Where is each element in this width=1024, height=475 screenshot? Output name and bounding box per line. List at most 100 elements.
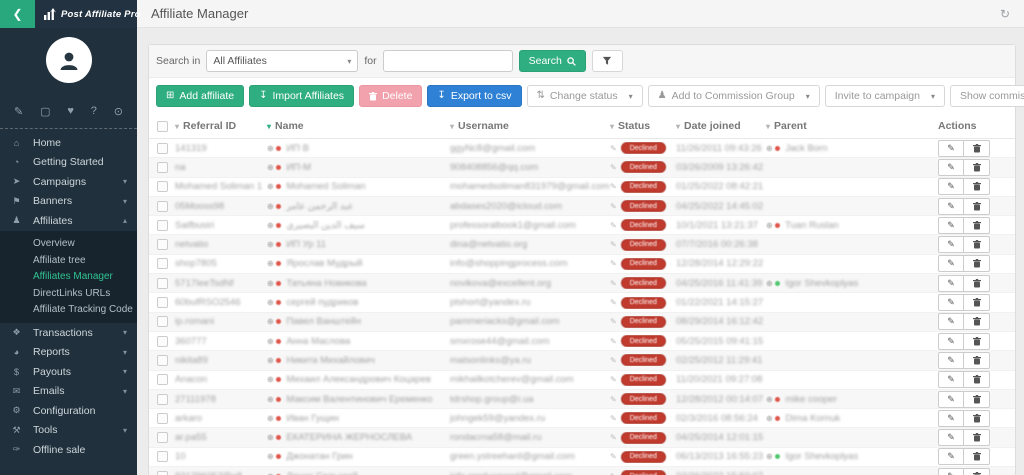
edit-status-icon[interactable]: ✎ [610,414,617,423]
status-badge[interactable]: Declined [621,239,666,251]
edit-row-button[interactable]: ✎ [938,198,964,215]
sidebar-item-emails[interactable]: ✉ Emails ▾ [0,382,137,402]
sidebar-subitem-overview[interactable]: Overview [0,236,137,253]
search-input[interactable] [383,50,513,72]
status-badge[interactable]: Declined [621,181,666,193]
sidebar-item-banners[interactable]: ⚑ Banners ▾ [0,192,137,212]
row-checkbox[interactable] [157,297,168,308]
show-commissions-button[interactable]: Show commissions [950,85,1024,107]
delete-row-button[interactable] [964,236,990,253]
delete-row-button[interactable] [964,391,990,408]
row-checkbox[interactable] [157,201,168,212]
column-header-username[interactable]: ▾ Username [450,120,610,132]
column-header-status[interactable]: ▾ Status [610,120,676,132]
sidebar-item-offline-sale[interactable]: ✑ Offline sale [0,440,137,460]
edit-status-icon[interactable]: ✎ [610,279,617,288]
row-checkbox[interactable] [157,355,168,366]
row-checkbox[interactable] [157,394,168,405]
status-badge[interactable]: Declined [621,393,666,405]
edit-row-button[interactable]: ✎ [938,391,964,408]
edit-row-button[interactable]: ✎ [938,313,964,330]
row-checkbox[interactable] [157,258,168,269]
status-badge[interactable]: Declined [621,142,666,154]
sidebar-subitem-affiliate-tree[interactable]: Affiliate tree [0,252,137,269]
delete-row-button[interactable] [964,410,990,427]
heart-icon[interactable]: ♥ [67,105,74,118]
row-checkbox[interactable] [157,220,168,231]
edit-status-icon[interactable]: ✎ [610,375,617,384]
edit-status-icon[interactable]: ✎ [610,356,617,365]
edit-row-button[interactable]: ✎ [938,333,964,350]
delete-row-button[interactable] [964,294,990,311]
delete-row-button[interactable] [964,159,990,176]
delete-row-button[interactable] [964,371,990,388]
delete-row-button[interactable] [964,352,990,369]
column-header-referral-id[interactable]: ▾ Referral ID [175,120,267,132]
export-csv-button[interactable]: ↧ Export to csv [427,85,521,107]
collapse-sidebar-button[interactable]: ❮ [0,0,35,28]
edit-row-button[interactable]: ✎ [938,468,964,475]
monitor-icon[interactable]: ▢ [40,105,50,118]
delete-row-button[interactable] [964,468,990,475]
row-checkbox[interactable] [157,451,168,462]
status-badge[interactable]: Declined [621,470,666,475]
status-badge[interactable]: Declined [621,374,666,386]
delete-row-button[interactable] [964,429,990,446]
row-checkbox[interactable] [157,181,168,192]
row-checkbox[interactable] [157,278,168,289]
edit-row-button[interactable]: ✎ [938,429,964,446]
sidebar-item-configuration[interactable]: ⚙ Configuration [0,401,137,421]
edit-row-button[interactable]: ✎ [938,217,964,234]
edit-row-button[interactable]: ✎ [938,159,964,176]
edit-row-button[interactable]: ✎ [938,255,964,272]
sidebar-subitem-directlinks-urls[interactable]: DirectLinks URLs [0,285,137,302]
status-badge[interactable]: Declined [621,258,666,270]
delete-row-button[interactable] [964,275,990,292]
sidebar-subitem-affiliate-tracking-code[interactable]: Affiliate Tracking Code [0,302,137,319]
row-checkbox[interactable] [157,143,168,154]
refresh-icon[interactable]: ↻ [1000,7,1010,21]
edit-status-icon[interactable]: ✎ [610,433,617,442]
edit-status-icon[interactable]: ✎ [610,221,617,230]
edit-row-button[interactable]: ✎ [938,178,964,195]
sidebar-item-affiliates[interactable]: ♟ Affiliates ▴ [0,211,137,231]
search-button[interactable]: Search [519,50,586,72]
row-checkbox[interactable] [157,239,168,250]
select-all-checkbox[interactable] [157,121,168,132]
edit-status-icon[interactable]: ✎ [610,317,617,326]
edit-row-button[interactable]: ✎ [938,275,964,292]
sidebar-item-payouts[interactable]: $ Payouts ▾ [0,362,137,382]
pencil-icon[interactable]: ✎ [14,105,23,118]
row-checkbox[interactable] [157,316,168,327]
status-badge[interactable]: Declined [621,219,666,231]
delete-row-button[interactable] [964,313,990,330]
edit-status-icon[interactable]: ✎ [610,298,617,307]
search-scope-select[interactable]: All Affiliates ▾ [206,50,358,72]
status-badge[interactable]: Declined [621,316,666,328]
delete-row-button[interactable] [964,198,990,215]
sidebar-item-campaigns[interactable]: ➤ Campaigns ▾ [0,172,137,192]
sidebar-item-getting-started[interactable]: ◔ Getting Started [0,153,137,173]
edit-row-button[interactable]: ✎ [938,352,964,369]
sidebar-item-reports[interactable]: ◕ Reports ▾ [0,343,137,363]
column-header-date-joined[interactable]: ▾ Date joined [676,120,766,132]
edit-status-icon[interactable]: ✎ [610,144,617,153]
sidebar-item-home[interactable]: ⌂ Home [0,133,137,153]
status-badge[interactable]: Declined [621,354,666,366]
edit-status-icon[interactable]: ✎ [610,202,617,211]
edit-row-button[interactable]: ✎ [938,410,964,427]
delete-row-button[interactable] [964,217,990,234]
avatar[interactable] [46,37,92,83]
edit-status-icon[interactable]: ✎ [610,240,617,249]
change-status-dropdown[interactable]: ⇅ Change status ▾ [527,85,643,107]
column-header-parent[interactable]: ▾ Parent [766,120,938,132]
edit-status-icon[interactable]: ✎ [610,182,617,191]
status-badge[interactable]: Declined [621,432,666,444]
invite-to-campaign-dropdown[interactable]: Invite to campaign ▾ [825,85,945,107]
edit-status-icon[interactable]: ✎ [610,163,617,172]
delete-row-button[interactable] [964,178,990,195]
edit-status-icon[interactable]: ✎ [610,395,617,404]
row-checkbox[interactable] [157,374,168,385]
brand-logo[interactable]: Post Affiliate Pro [35,8,141,20]
edit-status-icon[interactable]: ✎ [610,259,617,268]
